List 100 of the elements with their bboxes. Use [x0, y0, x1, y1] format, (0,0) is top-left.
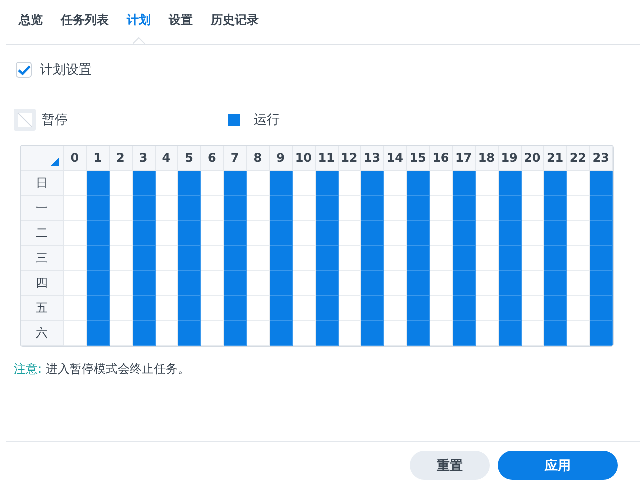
hour-header[interactable]: 6 — [201, 146, 224, 171]
schedule-cell[interactable] — [178, 171, 202, 196]
schedule-cell[interactable] — [224, 246, 247, 271]
hour-header[interactable]: 19 — [498, 146, 522, 171]
schedule-cell[interactable] — [270, 196, 293, 221]
tab[interactable]: 总览 — [10, 0, 52, 44]
hour-header[interactable]: 2 — [110, 146, 133, 171]
schedule-cell[interactable] — [178, 246, 202, 271]
schedule-cell[interactable] — [132, 171, 156, 196]
hour-header[interactable]: 12 — [338, 146, 362, 171]
schedule-cell[interactable] — [86, 196, 110, 221]
schedule-cell[interactable] — [86, 321, 110, 346]
hour-header[interactable]: 3 — [132, 146, 156, 171]
tab[interactable]: 设置 — [160, 0, 202, 44]
schedule-cell[interactable] — [361, 296, 384, 321]
schedule-cell[interactable] — [316, 271, 338, 296]
schedule-cell[interactable] — [316, 246, 338, 271]
hour-header[interactable]: 8 — [247, 146, 270, 171]
day-header[interactable]: 五 — [21, 296, 64, 321]
schedule-cell[interactable] — [361, 196, 384, 221]
schedule-cell[interactable] — [452, 196, 476, 221]
schedule-cell[interactable] — [590, 246, 613, 271]
schedule-cell[interactable] — [316, 221, 338, 246]
hour-header[interactable]: 0 — [64, 146, 87, 171]
hour-header[interactable]: 15 — [407, 146, 430, 171]
schedule-cell[interactable] — [86, 221, 110, 246]
schedule-cell[interactable] — [316, 196, 338, 221]
schedule-cell[interactable] — [86, 296, 110, 321]
schedule-cell[interactable] — [361, 321, 384, 346]
schedule-cell[interactable] — [407, 296, 430, 321]
hour-header[interactable]: 20 — [522, 146, 544, 171]
schedule-cell[interactable] — [316, 321, 338, 346]
schedule-cell[interactable] — [224, 296, 247, 321]
apply-button[interactable]: 应用 — [498, 451, 618, 480]
schedule-cell[interactable] — [590, 296, 613, 321]
schedule-cell[interactable] — [498, 321, 522, 346]
schedule-cell[interactable] — [270, 296, 293, 321]
schedule-cell[interactable] — [452, 171, 476, 196]
schedule-cell[interactable] — [498, 271, 522, 296]
schedule-cell[interactable] — [270, 246, 293, 271]
day-header[interactable]: 一 — [21, 196, 64, 221]
schedule-cell[interactable] — [270, 271, 293, 296]
schedule-cell[interactable] — [544, 196, 568, 221]
schedule-cell[interactable] — [270, 321, 293, 346]
hour-header[interactable]: 10 — [292, 146, 316, 171]
schedule-cell[interactable] — [316, 296, 338, 321]
schedule-cell[interactable] — [544, 271, 568, 296]
schedule-cell[interactable] — [224, 271, 247, 296]
schedule-cell[interactable] — [178, 196, 202, 221]
schedule-cell[interactable] — [361, 171, 384, 196]
schedule-cell[interactable] — [224, 321, 247, 346]
hour-header[interactable]: 5 — [178, 146, 202, 171]
schedule-cell[interactable] — [178, 321, 202, 346]
hour-header[interactable]: 17 — [452, 146, 476, 171]
schedule-cell[interactable] — [544, 171, 568, 196]
schedule-cell[interactable] — [590, 221, 613, 246]
schedule-cell[interactable] — [407, 246, 430, 271]
schedule-cell[interactable] — [590, 321, 613, 346]
hour-header[interactable]: 11 — [316, 146, 338, 171]
hour-header[interactable]: 4 — [156, 146, 178, 171]
schedule-cell[interactable] — [86, 246, 110, 271]
checkbox[interactable] — [16, 62, 32, 78]
schedule-cell[interactable] — [132, 296, 156, 321]
schedule-cell[interactable] — [132, 271, 156, 296]
tab[interactable]: 计划 — [118, 0, 160, 44]
schedule-cell[interactable] — [452, 271, 476, 296]
schedule-cell[interactable] — [544, 296, 568, 321]
schedule-cell[interactable] — [544, 246, 568, 271]
schedule-cell[interactable] — [86, 271, 110, 296]
corner-triangle-icon[interactable] — [51, 158, 59, 166]
schedule-cell[interactable] — [178, 271, 202, 296]
schedule-cell[interactable] — [407, 171, 430, 196]
hour-header[interactable]: 7 — [224, 146, 247, 171]
tab[interactable]: 任务列表 — [52, 0, 118, 44]
schedule-cell[interactable] — [498, 221, 522, 246]
day-header[interactable]: 四 — [21, 271, 64, 296]
day-header[interactable]: 日 — [21, 171, 64, 196]
schedule-cell[interactable] — [270, 171, 293, 196]
schedule-cell[interactable] — [361, 246, 384, 271]
schedule-cell[interactable] — [407, 196, 430, 221]
schedule-cell[interactable] — [178, 296, 202, 321]
day-header[interactable]: 三 — [21, 246, 64, 271]
schedule-cell[interactable] — [178, 221, 202, 246]
schedule-cell[interactable] — [270, 221, 293, 246]
hour-header[interactable]: 9 — [270, 146, 293, 171]
schedule-cell[interactable] — [224, 171, 247, 196]
day-header[interactable]: 二 — [21, 221, 64, 246]
tab[interactable]: 历史记录 — [202, 0, 268, 44]
schedule-cell[interactable] — [361, 221, 384, 246]
schedule-cell[interactable] — [316, 171, 338, 196]
schedule-cell[interactable] — [407, 321, 430, 346]
hour-header[interactable]: 14 — [384, 146, 408, 171]
hour-header[interactable]: 18 — [476, 146, 499, 171]
schedule-cell[interactable] — [498, 296, 522, 321]
schedule-cell[interactable] — [132, 196, 156, 221]
hour-header[interactable]: 1 — [86, 146, 110, 171]
schedule-cell[interactable] — [452, 321, 476, 346]
day-header[interactable]: 六 — [21, 321, 64, 346]
hour-header[interactable]: 13 — [361, 146, 384, 171]
hour-header[interactable]: 21 — [544, 146, 568, 171]
